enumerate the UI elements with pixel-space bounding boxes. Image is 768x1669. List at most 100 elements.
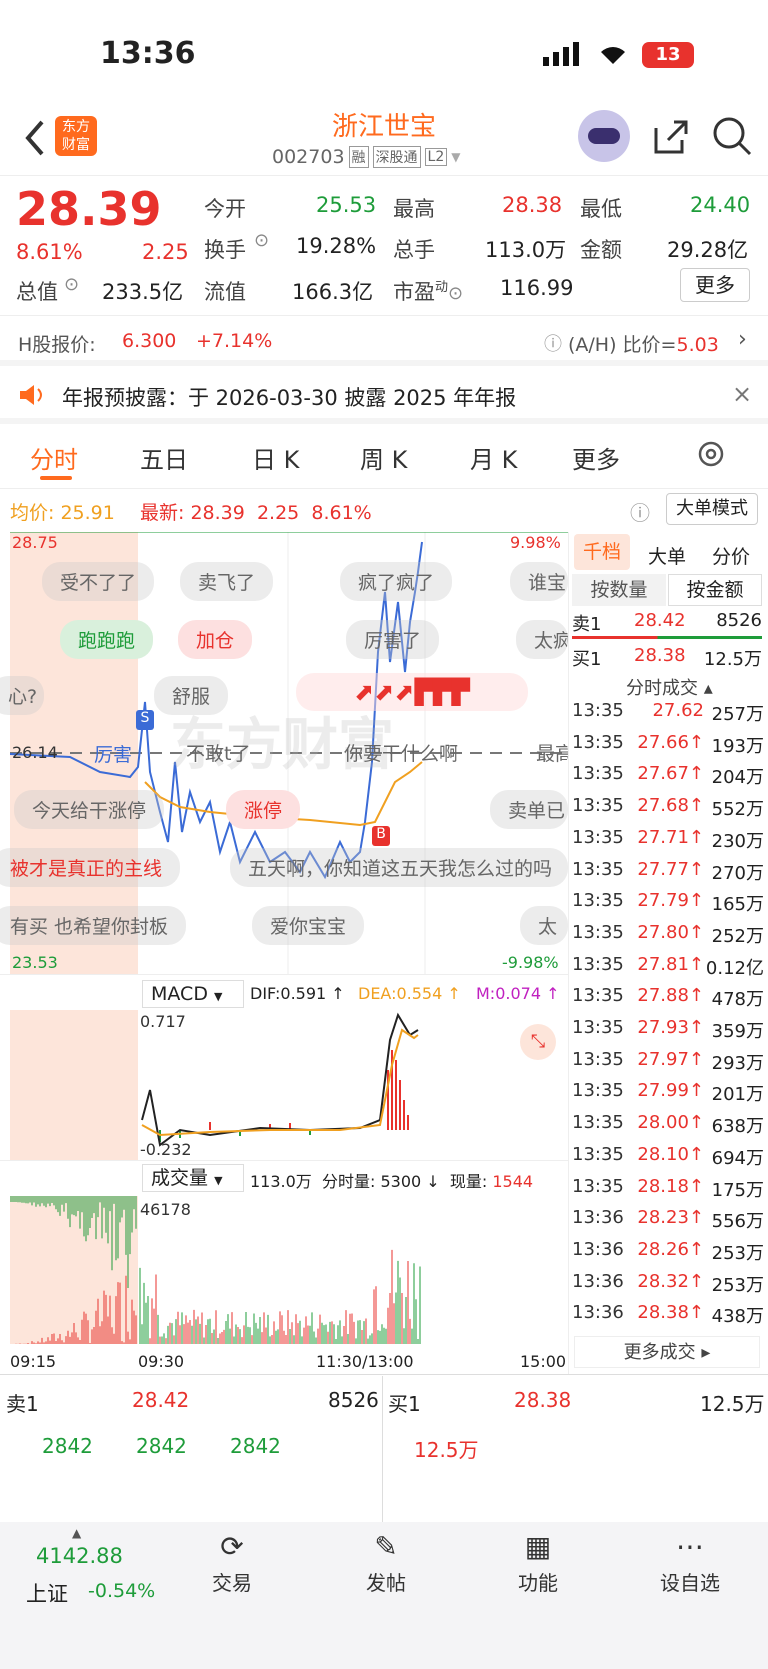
- nav-add-watch[interactable]: ⋯ 设自选: [630, 1530, 750, 1596]
- book-queue-4: 12.5万: [414, 1438, 479, 1462]
- tick-time: 13:35: [572, 953, 624, 975]
- book-sell-label: 卖1: [6, 1392, 39, 1416]
- help-icon[interactable]: ⓘ: [630, 497, 650, 526]
- pe-value: 116.99: [500, 276, 574, 300]
- bullet-comment: 太疯: [516, 620, 568, 659]
- index-name[interactable]: 上证: [26, 1578, 68, 1608]
- index-value[interactable]: 4142.88: [36, 1544, 123, 1568]
- side-tab-big-order[interactable]: 大单: [648, 542, 686, 569]
- stock-code-row[interactable]: 002703 融 深股通 L2 ▼: [272, 146, 460, 168]
- tab-monthly-k[interactable]: 月 K: [470, 440, 517, 475]
- tick-price: 28.23↑: [637, 1207, 704, 1229]
- time-axis-start: 09:15: [10, 1352, 57, 1371]
- bullet-comment: 最高: [536, 743, 568, 765]
- tick-row: 13:35 28.10↑ 694万: [572, 1144, 764, 1170]
- macd-selector[interactable]: MACD ▼: [142, 980, 244, 1008]
- volume-selector[interactable]: 成交量 ▼: [142, 1164, 244, 1192]
- tick-time: 13:36: [572, 1238, 624, 1260]
- tick-row: 13:35 27.80↑ 252万: [572, 922, 764, 948]
- amount-label: 金额: [580, 238, 622, 262]
- nav-trade[interactable]: ⟳ 交易: [172, 1530, 292, 1596]
- open-label: 今开: [204, 197, 246, 221]
- info-icon[interactable]: ⊙: [64, 274, 79, 295]
- tab-weekly-k[interactable]: 周 K: [360, 440, 407, 475]
- close-icon[interactable]: ×: [732, 380, 752, 408]
- buy-marker: B: [372, 826, 390, 846]
- bullet-comment: 涨停: [226, 790, 301, 829]
- time-axis-open: 09:30: [138, 1352, 185, 1371]
- more-button[interactable]: 更多: [680, 268, 750, 302]
- nav-function[interactable]: ▦ 功能: [478, 1530, 598, 1596]
- high-value: 28.38: [502, 193, 563, 217]
- dropdown-icon: ▼: [451, 150, 461, 164]
- bullet-comment: 加仓: [178, 620, 253, 659]
- tick-price: 27.97↑: [637, 1048, 704, 1070]
- mcap-label: 总值: [16, 280, 58, 304]
- ah-ratio[interactable]: (A/H) 比价=5.03: [568, 330, 719, 357]
- chart-bottom-pct: -9.98%: [502, 953, 559, 972]
- bullet-comment: 心?: [0, 676, 44, 715]
- high-label: 最高: [393, 197, 435, 221]
- search-icon[interactable]: [712, 116, 752, 160]
- more-ticks-button[interactable]: 更多成交 ▸: [574, 1336, 760, 1368]
- tick-time: 13:35: [572, 1048, 624, 1070]
- tab-5day[interactable]: 五日: [140, 440, 188, 475]
- macd-top: 0.717: [140, 1012, 186, 1031]
- tab-daily-k[interactable]: 日 K: [252, 440, 299, 475]
- tick-time: 13:35: [572, 795, 624, 817]
- index-pct[interactable]: -0.54%: [88, 1580, 155, 1602]
- tick-price: 28.10↑: [637, 1143, 704, 1165]
- tick-time: 13:35: [572, 985, 624, 1007]
- book-buy-vol: 12.5万: [700, 1392, 765, 1416]
- avg-price: 均价: 25.91: [10, 502, 115, 524]
- share-icon[interactable]: [652, 118, 690, 160]
- ticks-title[interactable]: 分时成交 ▴: [626, 674, 713, 700]
- tick-row: 13:36 28.38↑ 438万: [572, 1302, 764, 1328]
- book-queue-3: 2842: [230, 1434, 281, 1458]
- tick-vol: 552万: [711, 799, 764, 821]
- side-tab-depth[interactable]: 千档: [574, 534, 630, 570]
- bullet-comment: 厉害: [94, 744, 133, 766]
- tick-vol: 478万: [711, 989, 764, 1011]
- nav-post[interactable]: ✎ 发帖: [326, 1530, 446, 1596]
- battery-icon: 13: [642, 42, 694, 68]
- ref-price: 26.14: [12, 743, 58, 762]
- side-sub-amount[interactable]: 按金额: [668, 574, 762, 606]
- side-sell1: 卖1 28.42 8526: [572, 610, 762, 635]
- info-icon[interactable]: ⊙: [254, 230, 269, 251]
- side-sub-qty[interactable]: 按数量: [572, 574, 666, 606]
- tick-row: 13:35 27.97↑ 293万: [572, 1049, 764, 1075]
- book-buy-label: 买1: [388, 1392, 421, 1416]
- big-order-mode-button[interactable]: 大单模式: [666, 493, 758, 525]
- chevron-right-icon[interactable]: ›: [738, 327, 747, 352]
- bullet-comment: 跑跑跑: [60, 620, 154, 659]
- wifi-icon: [596, 40, 630, 70]
- expand-icon[interactable]: ⤡: [520, 1024, 556, 1060]
- macd-dea: DEA:0.554 ↑: [358, 984, 461, 1003]
- robot-avatar-icon[interactable]: [578, 110, 630, 162]
- side-tab-price[interactable]: 分价: [712, 542, 750, 569]
- tick-price: 27.79↑: [637, 890, 704, 912]
- tick-price: 27.77↑: [637, 858, 704, 880]
- speaker-icon: [18, 383, 46, 411]
- notice-text[interactable]: 年报预披露：于 2026-03-30 披露 2025 年年报: [62, 382, 516, 412]
- time-axis-noon: 11:30/13:00: [316, 1352, 414, 1371]
- bullet-comment: 谁宝: [510, 562, 568, 601]
- tick-row: 13:35 27.81↑ 0.12亿: [572, 954, 764, 980]
- settings-icon[interactable]: [696, 439, 726, 473]
- tab-active-indicator: [40, 476, 72, 480]
- tick-time: 13:35: [572, 1112, 624, 1134]
- tick-row: 13:35 27.79↑ 165万: [572, 890, 764, 916]
- change-pct: 8.61%: [16, 240, 83, 264]
- tick-vol: 201万: [711, 1084, 764, 1106]
- tab-more[interactable]: 更多: [572, 440, 620, 475]
- turnover-value: 19.28%: [296, 234, 377, 258]
- tick-vol: 193万: [711, 735, 764, 757]
- tab-minute[interactable]: 分时: [30, 440, 78, 475]
- volume-label: 总手: [393, 238, 435, 262]
- help-icon[interactable]: ⓘ: [544, 330, 562, 356]
- tick-time: 13:35: [572, 858, 624, 880]
- edit-icon: ✎: [374, 1530, 398, 1563]
- time-axis-close: 15:00: [520, 1352, 567, 1371]
- hot-streak-badges: ⬈⬈⬈▛▛▛: [296, 673, 528, 711]
